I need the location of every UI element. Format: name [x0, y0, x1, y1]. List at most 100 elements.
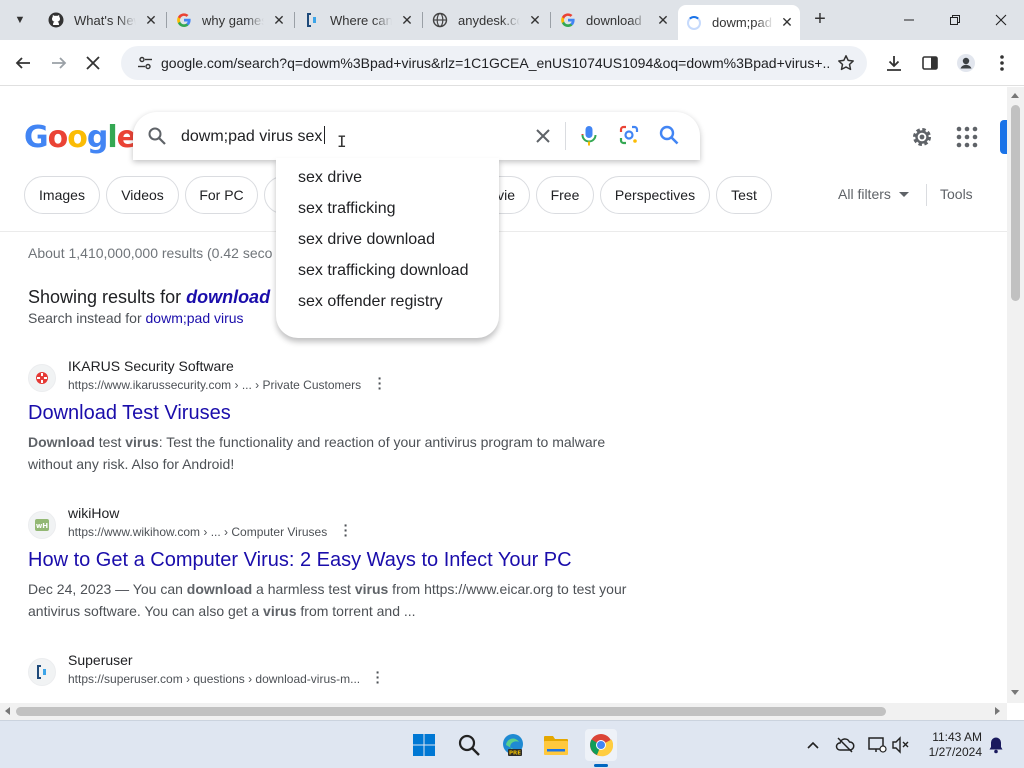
clear-search-icon[interactable] — [531, 124, 555, 148]
network-icon[interactable] — [867, 735, 887, 755]
site-settings-icon[interactable] — [129, 55, 161, 71]
close-icon[interactable]: ✕ — [780, 15, 794, 29]
result-title-link[interactable]: Download Test Viruses — [28, 402, 231, 425]
tray-overflow-chevron-icon[interactable] — [803, 735, 823, 755]
chrome-taskbar-icon[interactable] — [585, 729, 617, 761]
search-input[interactable]: dowm;pad virus sex — [181, 126, 326, 146]
side-panel-icon[interactable] — [915, 48, 945, 78]
spelling-correction: Showing results for download v — [28, 287, 285, 308]
google-apps-grid-icon[interactable] — [956, 126, 978, 153]
tab-where-can[interactable]: Where can ✕ — [296, 6, 420, 34]
tab-active-search[interactable]: dowm;pad ✕ — [678, 5, 800, 40]
address-bar[interactable]: google.com/search?q=dowm%3Bpad+virus&rlz… — [121, 46, 867, 80]
tab-whats-new[interactable]: What's New ✕ — [40, 6, 164, 34]
settings-gear-icon[interactable] — [909, 124, 935, 155]
result-site-name[interactable]: Superuser — [68, 652, 133, 668]
close-icon[interactable]: ✕ — [144, 13, 158, 27]
tools-button[interactable]: Tools — [940, 186, 973, 202]
chip-perspectives[interactable]: Perspectives — [600, 176, 710, 214]
result-stats: About 1,410,000,000 results (0.42 seco — [28, 245, 273, 261]
window-close-icon[interactable] — [978, 6, 1024, 34]
browser-toolbar: google.com/search?q=dowm%3Bpad+virus&rlz… — [0, 40, 1024, 86]
file-explorer-icon[interactable] — [540, 729, 572, 761]
stop-loading-icon[interactable] — [78, 48, 108, 78]
google-icon — [176, 12, 192, 28]
superuser-icon[interactable] — [28, 658, 56, 686]
taskbar-clock[interactable]: 11:43 AM 1/27/2024 — [912, 730, 982, 760]
more-options-icon[interactable]: · · · — [340, 518, 352, 542]
loading-spinner-icon — [686, 15, 702, 31]
edge-beta-icon[interactable]: PRE — [497, 729, 529, 761]
result-site-name[interactable]: IKARUS Security Software — [68, 358, 234, 374]
result-url[interactable]: https://www.wikihow.com › ... › Computer… — [68, 525, 327, 539]
ikarus-icon[interactable] — [28, 364, 56, 392]
more-options-icon[interactable]: · · · — [372, 665, 384, 689]
result-url[interactable]: https://superuser.com › questions › down… — [68, 672, 360, 686]
autocomplete-dropdown: sex drive sex trafficking sex drive down… — [276, 158, 499, 338]
forward-arrow-icon[interactable] — [44, 48, 74, 78]
result-site-name[interactable]: wikiHow — [68, 505, 119, 521]
taskbar-search-icon[interactable] — [453, 729, 485, 761]
search-box[interactable]: dowm;pad virus sex — [133, 112, 700, 160]
tab-divider — [294, 12, 295, 28]
search-submit-icon[interactable] — [658, 124, 680, 151]
voice-search-mic-icon[interactable] — [580, 124, 598, 153]
tab-title: anydesk.com — [458, 12, 520, 28]
scroll-up-arrow-icon[interactable] — [1011, 93, 1019, 98]
suggestion-item[interactable]: sex drive — [298, 169, 362, 187]
tab-strip: ▼ What's New ✕ why games ✕ Where can ✕ a… — [0, 0, 1024, 40]
new-tab-plus-icon[interactable]: + — [808, 8, 832, 32]
onedrive-offline-icon[interactable] — [835, 735, 855, 755]
close-icon[interactable]: ✕ — [528, 13, 542, 27]
close-icon[interactable]: ✕ — [400, 13, 414, 27]
vertical-scrollbar[interactable] — [1007, 87, 1024, 703]
chip-images[interactable]: Images — [24, 176, 100, 214]
suggestion-item[interactable]: sex offender registry — [298, 293, 443, 311]
tab-search-chevron-icon[interactable]: ▼ — [8, 8, 32, 32]
tab-title: dowm;pad — [712, 15, 772, 30]
horizontal-scrollbar[interactable] — [0, 703, 1007, 720]
close-icon[interactable]: ✕ — [272, 13, 286, 27]
notification-bell-icon[interactable] — [986, 735, 1006, 755]
chip-videos[interactable]: Videos — [106, 176, 179, 214]
chip-for-pc[interactable]: For PC — [185, 176, 258, 214]
volume-muted-icon[interactable] — [891, 735, 911, 755]
scroll-right-arrow-icon[interactable] — [995, 707, 1000, 715]
tab-divider — [166, 12, 167, 28]
tab-anydesk[interactable]: anydesk.com ✕ — [424, 6, 548, 34]
superuser-icon — [304, 12, 320, 28]
profile-avatar-icon[interactable] — [951, 48, 981, 78]
all-filters-button[interactable]: All filters — [838, 186, 909, 202]
google-lens-icon[interactable] — [618, 124, 640, 151]
bookmark-star-icon[interactable] — [837, 54, 855, 77]
kebab-menu-icon[interactable] — [987, 48, 1017, 78]
tab-why-games[interactable]: why games ✕ — [168, 6, 292, 34]
scroll-left-arrow-icon[interactable] — [5, 707, 10, 715]
chip-free[interactable]: Free — [536, 176, 594, 214]
suggestion-item[interactable]: sex trafficking download — [298, 262, 468, 280]
suggestion-item[interactable]: sex drive download — [298, 231, 435, 249]
url-text[interactable]: google.com/search?q=dowm%3Bpad+virus&rlz… — [161, 55, 829, 71]
result-title-link[interactable]: How to Get a Computer Virus: 2 Easy Ways… — [28, 549, 572, 572]
search-instead-link[interactable]: dowm;pad virus — [146, 310, 244, 326]
downloads-icon[interactable] — [879, 48, 909, 78]
chip-test[interactable]: Test — [716, 176, 772, 214]
google-logo[interactable]: Google — [24, 120, 137, 155]
restore-icon[interactable] — [932, 6, 978, 34]
tab-download[interactable]: download ✕ — [552, 6, 676, 34]
corrected-query-link[interactable]: download v — [186, 287, 285, 307]
back-arrow-icon[interactable] — [8, 48, 38, 78]
scroll-down-arrow-icon[interactable] — [1011, 690, 1019, 695]
horizontal-scroll-thumb[interactable] — [16, 707, 886, 716]
header-divider — [0, 231, 1007, 232]
more-options-icon[interactable]: · · · — [374, 371, 386, 395]
minimize-icon[interactable] — [886, 6, 932, 34]
suggestion-item[interactable]: sex trafficking — [298, 200, 396, 218]
vertical-scroll-thumb[interactable] — [1011, 105, 1020, 301]
windows-taskbar: PRE 11:43 AM 1/27/2024 — [0, 720, 1024, 768]
close-icon[interactable]: ✕ — [656, 13, 670, 27]
clock-date: 1/27/2024 — [928, 745, 982, 759]
result-url[interactable]: https://www.ikarussecurity.com › ... › P… — [68, 378, 361, 392]
wikihow-icon[interactable]: wH — [28, 511, 56, 539]
windows-start-icon[interactable] — [408, 729, 440, 761]
